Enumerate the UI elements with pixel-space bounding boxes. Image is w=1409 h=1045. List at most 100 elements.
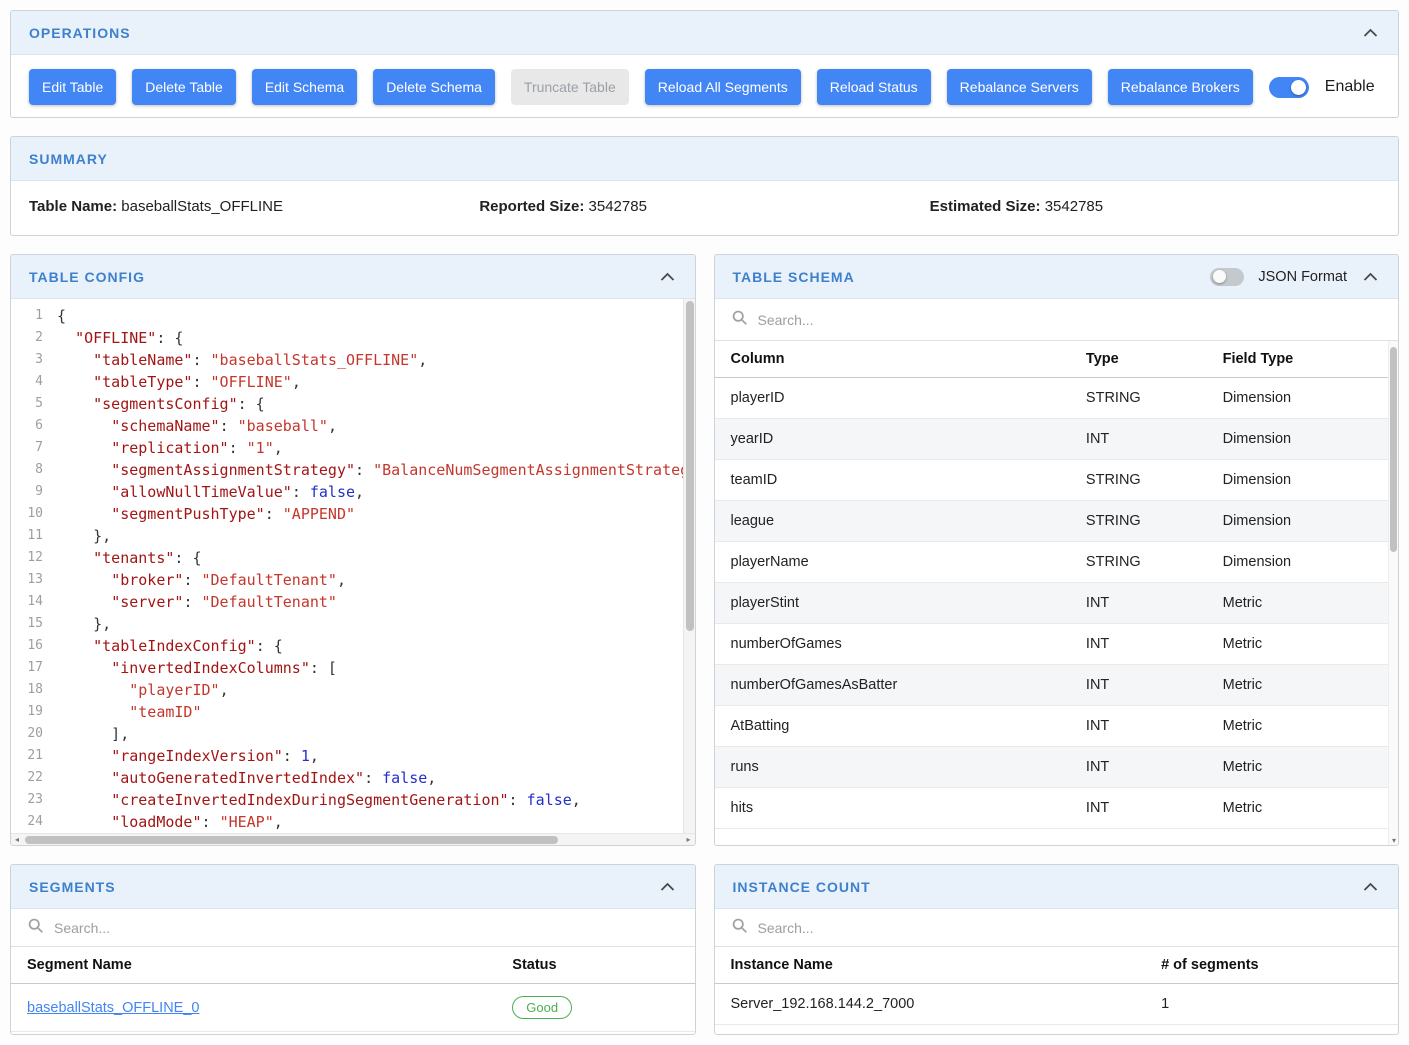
code-line: 12 "tenants": { <box>11 547 695 569</box>
code-line: 9 "allowNullTimeValue": false, <box>11 481 695 503</box>
operations-buttons: Edit Table Delete Table Edit Schema Delete … <box>29 69 1253 105</box>
schema-col-type: Type <box>1070 341 1207 378</box>
scroll-right-arrow-icon[interactable]: ▸ <box>683 834 695 846</box>
schema-cell: INT <box>1070 788 1207 829</box>
scroll-down-arrow-icon[interactable]: ▾ <box>1389 836 1398 845</box>
operations-collapse-chevron-icon[interactable] <box>1361 26 1380 39</box>
code-line: 6 "schemaName": "baseball", <box>11 415 695 437</box>
scroll-left-arrow-icon[interactable]: ◂ <box>11 834 23 846</box>
schema-row: leagueSTRINGDimension <box>715 501 1399 542</box>
segments-title: SEGMENTS <box>29 879 116 895</box>
schema-cell: Metric <box>1207 624 1398 665</box>
line-number: 7 <box>11 437 57 459</box>
instance-segment-count-cell: 1 <box>1145 984 1398 1025</box>
code-line: 23 "createInvertedIndexDuringSegmentGene… <box>11 789 695 811</box>
op-button-delete-schema[interactable]: Delete Schema <box>373 69 495 105</box>
code-line: 14 "server": "DefaultTenant" <box>11 591 695 613</box>
segments-col-name: Segment Name <box>11 947 496 984</box>
segments-search-input[interactable] <box>54 920 679 936</box>
json-format-label: JSON Format <box>1258 269 1347 285</box>
table-config-editor[interactable]: 1{2 "OFFLINE": {3 "tableName": "baseball… <box>11 299 695 845</box>
schema-cell: Metric <box>1207 788 1398 829</box>
schema-cell: Dimension <box>1207 460 1398 501</box>
table-config-collapse-chevron-icon[interactable] <box>658 270 677 283</box>
op-button-truncate-table: Truncate Table <box>511 69 629 105</box>
schema-cell: hits <box>715 788 1070 829</box>
summary-reported-size-label: Reported Size: <box>479 198 584 215</box>
schema-row: numberOfGamesINTMetric <box>715 624 1399 665</box>
schema-row: yearIDINTDimension <box>715 419 1399 460</box>
op-button-rebalance-brokers[interactable]: Rebalance Brokers <box>1108 69 1253 105</box>
line-number: 1 <box>11 305 57 327</box>
editor-horizontal-scrollbar-thumb[interactable] <box>25 836 558 844</box>
code-line: 2 "OFFLINE": { <box>11 327 695 349</box>
schema-scrollbar-thumb[interactable] <box>1390 347 1397 552</box>
schema-col-field-type: Field Type <box>1207 341 1398 378</box>
line-number: 9 <box>11 481 57 503</box>
schema-cell: teamID <box>715 460 1070 501</box>
instance-count-collapse-chevron-icon[interactable] <box>1361 880 1380 893</box>
schema-search-input[interactable] <box>758 312 1383 328</box>
code-line: 5 "segmentsConfig": { <box>11 393 695 415</box>
summary-reported-size-value: 3542785 <box>589 198 647 215</box>
bottom-row: SEGMENTS Segment Name Status <box>10 864 1399 1035</box>
line-number: 6 <box>11 415 57 437</box>
schema-cell: runs <box>715 747 1070 788</box>
enable-toggle[interactable] <box>1269 77 1309 98</box>
op-button-edit-schema[interactable]: Edit Schema <box>252 69 357 105</box>
summary-estimated-size: Estimated Size: 3542785 <box>930 198 1380 215</box>
segments-col-status: Status <box>496 947 694 984</box>
segments-collapse-chevron-icon[interactable] <box>658 880 677 893</box>
schema-row: numberOfGamesAsBatterINTMetric <box>715 665 1399 706</box>
op-button-delete-table[interactable]: Delete Table <box>132 69 236 105</box>
schema-search <box>715 299 1399 341</box>
schema-cell: INT <box>1070 583 1207 624</box>
schema-cell: Metric <box>1207 665 1398 706</box>
schema-header-row: Column Type Field Type <box>715 341 1399 378</box>
code-line: 7 "replication": "1", <box>11 437 695 459</box>
schema-row: hitsINTMetric <box>715 788 1399 829</box>
schema-cell: INT <box>1070 747 1207 788</box>
editor-vertical-scrollbar[interactable] <box>683 299 695 833</box>
schema-cell: Metric <box>1207 747 1398 788</box>
table-schema-collapse-chevron-icon[interactable] <box>1361 270 1380 283</box>
search-icon <box>731 309 748 331</box>
schema-row: playerStintINTMetric <box>715 583 1399 624</box>
json-format-toggle-knob <box>1213 270 1226 283</box>
instance-name-cell: Server_192.168.144.2_7000 <box>715 984 1146 1025</box>
line-number: 4 <box>11 371 57 393</box>
op-button-rebalance-servers[interactable]: Rebalance Servers <box>947 69 1092 105</box>
summary-estimated-size-label: Estimated Size: <box>930 198 1041 215</box>
code-line: 4 "tableType": "OFFLINE", <box>11 371 695 393</box>
instance-search-input[interactable] <box>758 920 1383 936</box>
editor-horizontal-scrollbar[interactable]: ◂ ▸ <box>11 833 695 845</box>
instance-count-header: INSTANCE COUNT <box>715 865 1399 909</box>
segment-link[interactable]: baseballStats_OFFLINE_0 <box>27 1000 199 1016</box>
op-button-reload-all-segments[interactable]: Reload All Segments <box>645 69 801 105</box>
operations-header: OPERATIONS <box>11 11 1398 55</box>
enable-toggle-label: Enable <box>1325 78 1375 96</box>
operations-toolbar: Edit Table Delete Table Edit Schema Delete … <box>11 55 1398 118</box>
summary-panel: SUMMARY Table Name: baseballStats_OFFLIN… <box>10 136 1399 236</box>
line-number: 15 <box>11 613 57 635</box>
summary-table-name: Table Name: baseballStats_OFFLINE <box>29 198 479 215</box>
segments-header-row: Segment Name Status <box>11 947 695 984</box>
schema-cell: INT <box>1070 706 1207 747</box>
schema-cell: INT <box>1070 624 1207 665</box>
editor-vertical-scrollbar-thumb[interactable] <box>686 301 694 631</box>
table-schema-header: TABLE SCHEMA JSON Format <box>715 255 1399 299</box>
schema-cell: Dimension <box>1207 378 1398 419</box>
schema-cell: numberOfGamesAsBatter <box>715 665 1070 706</box>
operations-title: OPERATIONS <box>29 25 131 41</box>
code-line: 22 "autoGeneratedInvertedIndex": false, <box>11 767 695 789</box>
code-line: 18 "playerID", <box>11 679 695 701</box>
summary-estimated-size-value: 3542785 <box>1045 198 1103 215</box>
op-button-edit-table[interactable]: Edit Table <box>29 69 116 105</box>
schema-cell: STRING <box>1070 501 1207 542</box>
json-format-toggle[interactable] <box>1210 268 1244 286</box>
schema-cell: STRING <box>1070 460 1207 501</box>
schema-col-column: Column <box>715 341 1070 378</box>
op-button-reload-status[interactable]: Reload Status <box>817 69 931 105</box>
line-number: 14 <box>11 591 57 613</box>
schema-vertical-scrollbar[interactable]: ▾ <box>1388 341 1398 846</box>
